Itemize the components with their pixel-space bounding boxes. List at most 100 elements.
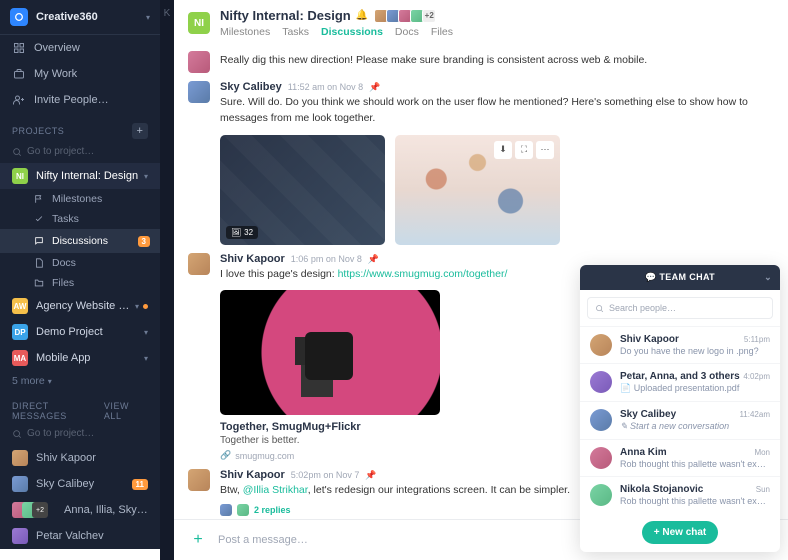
project-sub-docs[interactable]: Docs <box>0 253 160 273</box>
sidebar-collapse-letter[interactable]: K <box>160 0 174 560</box>
check-icon <box>34 214 45 224</box>
dms-heading: DIRECT MESSAGES View all <box>0 391 160 425</box>
attachment-image[interactable]: ⬇ ⛶ ⋯ <box>395 135 560 245</box>
chevron-down-icon: ▾ <box>48 377 52 386</box>
avatar <box>188 253 210 275</box>
new-chat-button[interactable]: + New chat <box>642 521 719 544</box>
dm-shiv-kapoor[interactable]: Shiv Kapoor <box>0 445 160 471</box>
nav-overview-label: Overview <box>34 42 80 54</box>
add-project-button[interactable]: + <box>132 123 148 139</box>
dm-search[interactable]: Go to project… <box>0 425 160 445</box>
chevron-down-icon: ▾ <box>135 302 139 311</box>
project-badge: DP <box>12 324 28 340</box>
project-header-badge: NI <box>188 12 210 34</box>
pin-icon[interactable]: 📌 <box>365 470 376 481</box>
nav-invite-label: Invite People… <box>34 94 109 106</box>
project-header: NI Nifty Internal: Design 🔔 +2 Milestone… <box>174 0 788 47</box>
dms-viewall[interactable]: View all <box>104 401 148 421</box>
doc-icon <box>34 258 45 268</box>
avatar <box>590 334 612 356</box>
briefcase-icon <box>12 67 26 81</box>
project-name: Agency Website 2.0 <box>36 300 132 312</box>
project-badge: MA <box>12 350 28 366</box>
attach-button[interactable]: + <box>188 530 208 550</box>
message-time: 1:06 pm on Nov 8 <box>291 254 362 264</box>
message-text: Sure. Will do. Do you think we should wo… <box>220 95 774 127</box>
dm-petar-valchev[interactable]: Petar Valchev <box>0 523 160 549</box>
project-name: Mobile App <box>36 352 141 364</box>
avatar <box>188 51 210 73</box>
projects-heading: PROJECTS + <box>0 113 160 143</box>
project-demo-project[interactable]: DP Demo Project ▾ <box>0 319 160 345</box>
tab-discussions[interactable]: Discussions <box>321 26 383 38</box>
project-sub-files[interactable]: Files <box>0 273 160 293</box>
sidebar: Creative360 ▾ Overview My Work Invite Pe… <box>0 0 160 549</box>
message-time: 11:52 am on Nov 8 <box>288 82 363 92</box>
team-chat-item[interactable]: Anna KimMon Rob thought this pallette wa… <box>580 439 780 476</box>
team-chat-item[interactable]: Shiv Kapoor5:11pm Do you have the new lo… <box>580 326 780 363</box>
attachment-count: 🖼 32 <box>226 226 258 239</box>
project-sub-milestones[interactable]: Milestones <box>0 189 160 209</box>
project-search[interactable]: Go to project… <box>0 143 160 163</box>
project-badge: NI <box>12 168 28 184</box>
message-author[interactable]: Shiv Kapoor <box>220 469 285 481</box>
link-preview[interactable]: Together, SmugMug+Flickr Together is bet… <box>220 290 440 461</box>
tab-files[interactable]: Files <box>431 26 453 38</box>
message-link[interactable]: https://www.smugmug.com/together/ <box>338 268 508 280</box>
message-author[interactable]: Shiv Kapoor <box>220 253 285 265</box>
mention[interactable]: @Illia Strikhar <box>243 484 308 496</box>
team-chat-item[interactable]: Nikola StojanovicSun Rob thought this pa… <box>580 476 780 513</box>
project-search-placeholder: Go to project… <box>27 146 94 157</box>
avatar-more: +2 <box>32 502 48 518</box>
collapse-icon[interactable]: ⌄ <box>764 272 772 283</box>
team-chat-search[interactable]: Search people… <box>587 297 773 319</box>
tab-tasks[interactable]: Tasks <box>282 26 309 38</box>
more-icon[interactable]: ⋯ <box>536 141 554 159</box>
folder-icon <box>34 278 45 288</box>
dot-indicator-icon <box>143 304 148 309</box>
team-chat-item[interactable]: Petar, Anna, and 3 others4:02pm 📄 Upload… <box>580 363 780 401</box>
message-author[interactable]: Sky Calibey <box>220 81 282 93</box>
org-logo-icon <box>10 8 28 26</box>
expand-icon[interactable]: ⛶ <box>515 141 533 159</box>
team-chat-panel: 💬 TEAM CHAT ⌄ Search people… Shiv Kapoor… <box>580 265 780 552</box>
project-mobile-app[interactable]: MA Mobile App ▾ <box>0 345 160 371</box>
pin-icon[interactable]: 📌 <box>369 82 380 93</box>
unread-badge: 11 <box>132 479 148 490</box>
attachment-image[interactable]: 🖼 32 <box>220 135 385 245</box>
nav-mywork-label: My Work <box>34 68 77 80</box>
nav-overview[interactable]: Overview <box>0 35 160 61</box>
avatar <box>590 371 612 393</box>
team-chat-header[interactable]: 💬 TEAM CHAT ⌄ <box>580 265 780 290</box>
org-switcher[interactable]: Creative360 ▾ <box>0 0 160 35</box>
dm-sky-calibey[interactable]: Sky Calibey 11 <box>0 471 160 497</box>
message: Sky Calibey 11:52 am on Nov 8 📌 Sure. Wi… <box>188 81 774 245</box>
avatar <box>590 409 612 431</box>
avatar <box>220 504 232 516</box>
tab-milestones[interactable]: Milestones <box>220 26 270 38</box>
project-members[interactable]: +2 <box>376 9 436 23</box>
projects-more[interactable]: 5 more ▾ <box>0 371 160 391</box>
team-chat-item[interactable]: Sky Calibey11:42am ✎ Start a new convers… <box>580 401 780 439</box>
project-tabs: Milestones Tasks Discussions Docs Files <box>220 26 453 38</box>
tab-docs[interactable]: Docs <box>395 26 419 38</box>
project-sub-discussions[interactable]: Discussions 3 <box>0 229 160 253</box>
pin-icon[interactable]: 📌 <box>368 254 379 265</box>
chat-icon <box>34 236 45 246</box>
chevron-down-icon: ▾ <box>144 354 148 363</box>
org-name: Creative360 <box>36 11 143 23</box>
download-icon[interactable]: ⬇ <box>494 141 512 159</box>
avatar <box>188 81 210 103</box>
project-agency-website[interactable]: AW Agency Website 2.0 ▾ <box>0 293 160 319</box>
project-title: Nifty Internal: Design 🔔 +2 <box>220 8 453 23</box>
avatar <box>12 528 28 544</box>
dm-group-anna-illia[interactable]: +2 Anna, Illia, Sky… <box>0 497 160 523</box>
project-sub-tasks[interactable]: Tasks <box>0 209 160 229</box>
message-text: Really dig this new direction! Please ma… <box>220 53 774 69</box>
flag-icon <box>34 194 45 204</box>
nav-mywork[interactable]: My Work <box>0 61 160 87</box>
bell-icon[interactable]: 🔔 <box>356 10 368 21</box>
nav-invite[interactable]: Invite People… <box>0 87 160 113</box>
avatar <box>12 476 28 492</box>
project-nifty-internal[interactable]: NI Nifty Internal: Design ▾ <box>0 163 160 189</box>
